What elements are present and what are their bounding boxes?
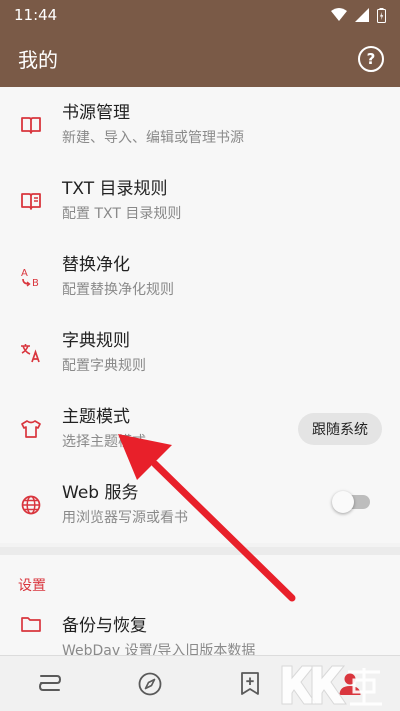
signal-icon — [355, 8, 369, 22]
item-title: 书源管理 — [62, 103, 130, 123]
shirt-icon — [0, 419, 62, 439]
book-icon — [0, 115, 62, 135]
nav-rss[interactable] — [200, 656, 300, 711]
nav-my[interactable] — [300, 656, 400, 711]
menu-item-backup-restore[interactable]: 备份与恢复 WebDav 设置/导入旧版本数据 — [0, 607, 400, 659]
globe-icon — [0, 494, 62, 516]
translate-icon — [0, 341, 62, 365]
bookshelf-icon — [38, 674, 62, 691]
item-title: 替换净化 — [62, 255, 130, 275]
item-subtitle: 配置字典规则 — [62, 358, 146, 374]
item-title: 字典规则 — [62, 331, 130, 351]
status-time: 11:44 — [14, 6, 58, 24]
status-bar: 11:44 — [0, 0, 400, 30]
nav-discover[interactable] — [100, 656, 200, 711]
item-title: 备份与恢复 — [62, 616, 147, 636]
menu-item-web-service[interactable]: Web 服务 用浏览器写源或看书 — [0, 467, 400, 543]
replace-ab-icon: AB — [0, 265, 62, 289]
nav-bookshelf[interactable] — [0, 656, 100, 711]
bookmark-plus-icon — [241, 671, 259, 695]
toggle-knob — [332, 491, 354, 513]
menu-item-book-source[interactable]: 书源管理 新建、导入、编辑或管理书源 — [0, 87, 400, 163]
folder-icon — [0, 607, 62, 633]
svg-text:A: A — [21, 268, 28, 279]
item-subtitle: 新建、导入、编辑或管理书源 — [62, 130, 244, 146]
compass-icon — [138, 672, 162, 695]
help-icon[interactable]: ? — [358, 45, 384, 72]
battery-icon — [377, 7, 386, 23]
section-divider — [0, 547, 400, 555]
web-service-toggle[interactable] — [332, 491, 370, 513]
menu-item-txt-toc-rule[interactable]: TXT 目录规则 配置 TXT 目录规则 — [0, 163, 400, 239]
settings-section: 设置 备份与恢复 WebDav 设置/导入旧版本数据 — [0, 555, 400, 659]
person-icon — [339, 673, 361, 695]
wifi-icon — [331, 8, 347, 21]
item-subtitle: 配置 TXT 目录规则 — [62, 206, 182, 222]
svg-text:B: B — [32, 278, 39, 289]
item-title: TXT 目录规则 — [62, 179, 168, 199]
theme-mode-value[interactable]: 跟随系统 — [298, 413, 382, 445]
menu-item-replace-rule[interactable]: AB 替换净化 配置替换净化规则 — [0, 239, 400, 315]
menu-item-dictionary-rule[interactable]: 字典规则 配置字典规则 — [0, 315, 400, 391]
menu-list: 书源管理 新建、导入、编辑或管理书源 TXT 目录规则 配置 TXT 目录规则 … — [0, 87, 400, 543]
page-title: 我的 — [18, 48, 58, 72]
item-subtitle: 配置替换净化规则 — [62, 282, 174, 298]
section-title: 设置 — [18, 578, 46, 594]
bottom-nav — [0, 655, 400, 711]
app-bar: 我的 ? — [0, 30, 400, 87]
menu-item-theme-mode[interactable]: 主题模式 选择主题模式 跟随系统 — [0, 391, 400, 467]
book-toc-icon — [0, 191, 62, 211]
status-icons — [331, 7, 386, 23]
